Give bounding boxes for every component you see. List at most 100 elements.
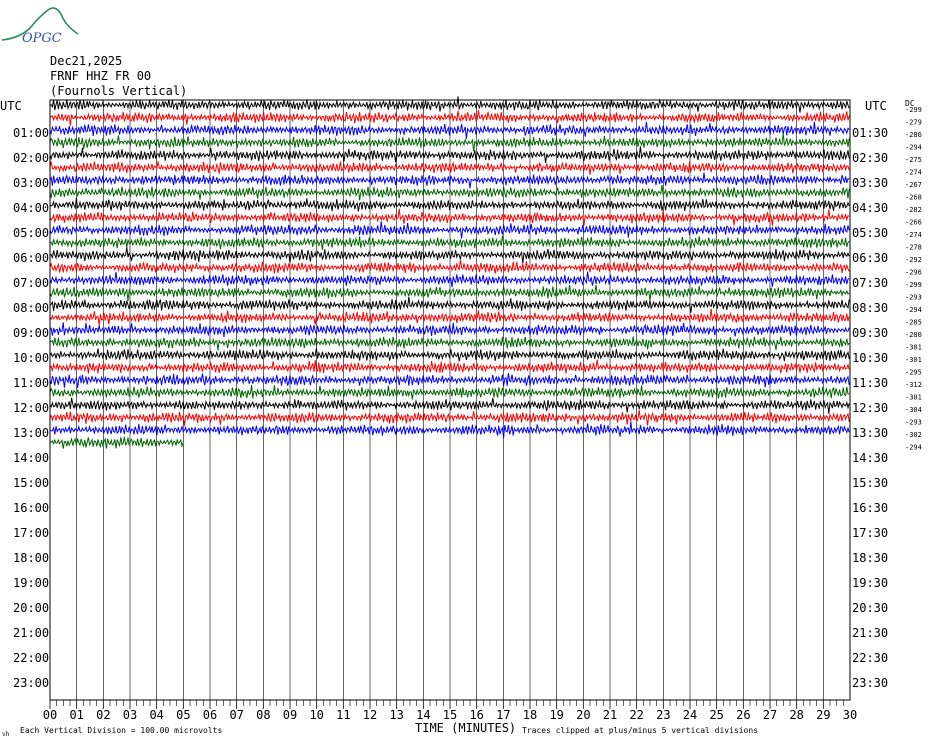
dc-offset-label: -294	[905, 306, 922, 314]
left-hour-label: 07:00	[13, 276, 49, 290]
dc-offset-label: -286	[905, 131, 922, 139]
x-tick-label: 18	[523, 708, 537, 722]
dc-offset-label: -293	[905, 419, 922, 427]
dc-offset-label: -274	[905, 231, 922, 239]
x-tick-label: 13	[389, 708, 403, 722]
dc-offset-label: -266	[905, 219, 922, 227]
seismic-trace	[49, 208, 850, 226]
right-utc-title: UTC	[865, 99, 887, 113]
seismic-trace	[49, 322, 850, 338]
left-hour-label: 05:00	[13, 226, 49, 240]
x-tick-label: 09	[283, 708, 297, 722]
dc-offset-label: -312	[905, 381, 922, 389]
right-hour-label: 11:30	[852, 376, 888, 390]
x-tick-label: 16	[469, 708, 483, 722]
dc-offset-label: -295	[905, 369, 922, 377]
left-hour-label: 16:00	[13, 501, 49, 515]
dc-offset-label: -301	[905, 344, 922, 352]
x-tick-label: 05	[176, 708, 190, 722]
right-hour-label: 16:30	[852, 501, 888, 515]
seismic-trace	[49, 172, 850, 189]
left-utc-title: UTC	[0, 99, 22, 113]
right-hour-label: 08:30	[852, 301, 888, 315]
right-hour-label: 13:30	[852, 426, 888, 440]
right-hour-label: 21:30	[852, 626, 888, 640]
left-hour-label: 03:00	[13, 176, 49, 190]
x-tick-label: 00	[43, 708, 57, 722]
dc-offset-label: -301	[905, 356, 922, 364]
left-hour-label: 04:00	[13, 201, 49, 215]
seismic-trace	[49, 184, 850, 201]
left-hour-label: 14:00	[13, 451, 49, 465]
footer-division-note: Each Vertical Division = 100.00 microvol…	[20, 726, 222, 735]
seismic-trace	[49, 133, 850, 152]
left-hour-label: 08:00	[13, 301, 49, 315]
x-tick-label: 20	[576, 708, 590, 722]
dc-offset-label: -292	[905, 256, 922, 264]
seismogram-chart: 00 01 02 03 04 05 06 07 08 09 10 11 12 13 14 15 16 17 18 19…	[0, 96, 922, 738]
x-tick-label: 24	[683, 708, 697, 722]
dc-offset-label: -267	[905, 181, 922, 189]
right-hour-label: 17:30	[852, 526, 888, 540]
dc-offset-label: -279	[905, 119, 922, 127]
x-tick-label: 22	[629, 708, 643, 722]
x-tick-label: 14	[416, 708, 430, 722]
left-hour-label: 06:00	[13, 251, 49, 265]
x-tick-label: 02	[96, 708, 110, 722]
left-hour-label: 01:00	[13, 126, 49, 140]
x-tick-label: 26	[736, 708, 750, 722]
x-tick-label: 28	[789, 708, 803, 722]
seismic-trace	[49, 146, 850, 163]
seismic-trace	[49, 359, 850, 374]
dc-offset-label: -278	[905, 244, 922, 252]
seismic-trace	[49, 121, 850, 139]
left-hour-label: 18:00	[13, 551, 49, 565]
dc-offset-label: -301	[905, 394, 922, 402]
right-hour-label: 06:30	[852, 251, 888, 265]
left-hour-label: 02:00	[13, 151, 49, 165]
seismic-trace	[49, 221, 850, 239]
dc-title: DC	[905, 99, 915, 108]
x-tick-label: 21	[603, 708, 617, 722]
seismic-trace	[49, 161, 850, 175]
right-hour-label: 12:30	[852, 401, 888, 415]
left-hour-label: 12:00	[13, 401, 49, 415]
x-tick-label: 27	[763, 708, 777, 722]
left-hour-label: 22:00	[13, 651, 49, 665]
right-hour-label: 01:30	[852, 126, 888, 140]
left-hour-label: 17:00	[13, 526, 49, 540]
right-hour-label: 14:30	[852, 451, 888, 465]
x-tick-label: 30	[843, 708, 857, 722]
x-tick-label: 04	[149, 708, 163, 722]
x-tick-label: 25	[709, 708, 723, 722]
right-hour-label: 18:30	[852, 551, 888, 565]
x-tick-label: 01	[69, 708, 83, 722]
right-hour-label: 07:30	[852, 276, 888, 290]
left-hour-label: 10:00	[13, 351, 49, 365]
seismic-trace	[49, 197, 850, 212]
x-tick-label: 29	[816, 708, 830, 722]
seismic-trace	[49, 409, 850, 426]
seismic-trace	[49, 308, 850, 326]
seismic-trace	[49, 397, 850, 414]
x-axis-title: TIME (MINUTES)	[415, 721, 516, 735]
dc-offset-label: -296	[905, 269, 922, 277]
seismic-trace	[49, 296, 850, 313]
dc-offset-label: -293	[905, 294, 922, 302]
dc-offset-label: -302	[905, 431, 922, 439]
x-tick-label: 07	[229, 708, 243, 722]
right-hour-label: 23:30	[852, 676, 888, 690]
right-hour-label: 10:30	[852, 351, 888, 365]
dc-offset-label: -275	[905, 156, 922, 164]
seismic-trace	[49, 247, 850, 264]
dc-offset-label: -280	[905, 331, 922, 339]
seismic-trace	[49, 421, 850, 439]
right-hour-label: 09:30	[852, 326, 888, 340]
seismic-trace	[49, 347, 850, 362]
x-tick-label: 12	[363, 708, 377, 722]
seismic-trace	[49, 110, 850, 126]
seismic-trace	[49, 235, 850, 250]
dc-offset-label: -299	[905, 281, 922, 289]
dc-offset-label: -294	[905, 444, 922, 452]
right-hour-label: 15:30	[852, 476, 888, 490]
